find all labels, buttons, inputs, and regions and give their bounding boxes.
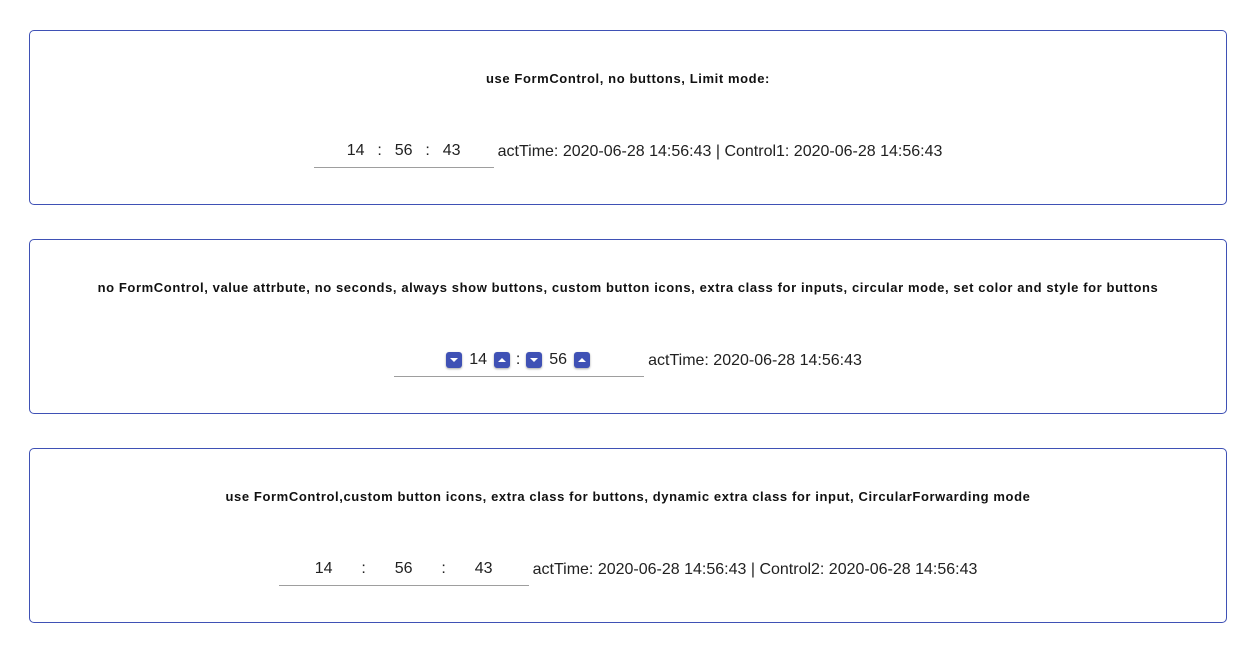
- minutes-input[interactable]: 56: [369, 560, 439, 578]
- act-time-status: actTime: 2020-06-28 14:56:43 | Control1:…: [497, 143, 943, 160]
- section-title: use FormControl, no buttons, Limit mode:: [486, 71, 770, 86]
- seconds-input[interactable]: 43: [449, 560, 519, 578]
- time-separator: :: [425, 142, 430, 159]
- time-separator: :: [441, 560, 446, 577]
- section-card-no-form-control-circular: no FormControl, value attrbute, no secon…: [29, 239, 1227, 414]
- hours-increment-button[interactable]: [494, 352, 511, 368]
- section-title: no FormControl, value attrbute, no secon…: [97, 280, 1159, 295]
- minutes-input[interactable]: 56: [384, 142, 424, 160]
- timepicker: 14 : 56: [394, 344, 645, 377]
- time-separator: :: [361, 560, 366, 577]
- act-time-status: actTime: 2020-06-28 14:56:43: [648, 352, 862, 369]
- minutes-increment-button[interactable]: [574, 352, 591, 368]
- section-title: use FormControl,custom button icons, ext…: [225, 489, 1031, 504]
- timepicker: 14 : 56 : 43: [278, 553, 529, 586]
- caret-down-icon: [450, 358, 459, 362]
- caret-up-icon: [498, 358, 507, 362]
- time-separator: :: [377, 142, 382, 159]
- seconds-input[interactable]: 43: [432, 142, 472, 160]
- section-card-form-control-circular-forwarding: use FormControl,custom button icons, ext…: [29, 448, 1227, 623]
- timepicker-row: 14 : 56 : 43 actTime: 2020-06-28 14:56:4…: [30, 553, 1226, 586]
- caret-up-icon: [578, 358, 587, 362]
- timepicker: 14 : 56 : 43: [313, 135, 494, 168]
- hours-input[interactable]: 14: [462, 351, 494, 369]
- timepicker-row: 14 : 56 : 43 actTime: 2020-06-28 14:56:4…: [30, 135, 1226, 168]
- minutes-input[interactable]: 56: [542, 351, 574, 369]
- timepicker-row: 14 : 56 actTime: 2020-06-28 14:56:43: [30, 344, 1226, 377]
- caret-down-icon: [530, 358, 539, 362]
- minutes-decrement-button[interactable]: [526, 352, 543, 368]
- hours-decrement-button[interactable]: [446, 352, 463, 368]
- section-card-form-control-limit: use FormControl, no buttons, Limit mode:…: [29, 30, 1227, 205]
- hours-input[interactable]: 14: [336, 142, 376, 160]
- act-time-status: actTime: 2020-06-28 14:56:43 | Control2:…: [532, 561, 978, 578]
- time-separator: :: [515, 351, 521, 368]
- hours-input[interactable]: 14: [289, 560, 359, 578]
